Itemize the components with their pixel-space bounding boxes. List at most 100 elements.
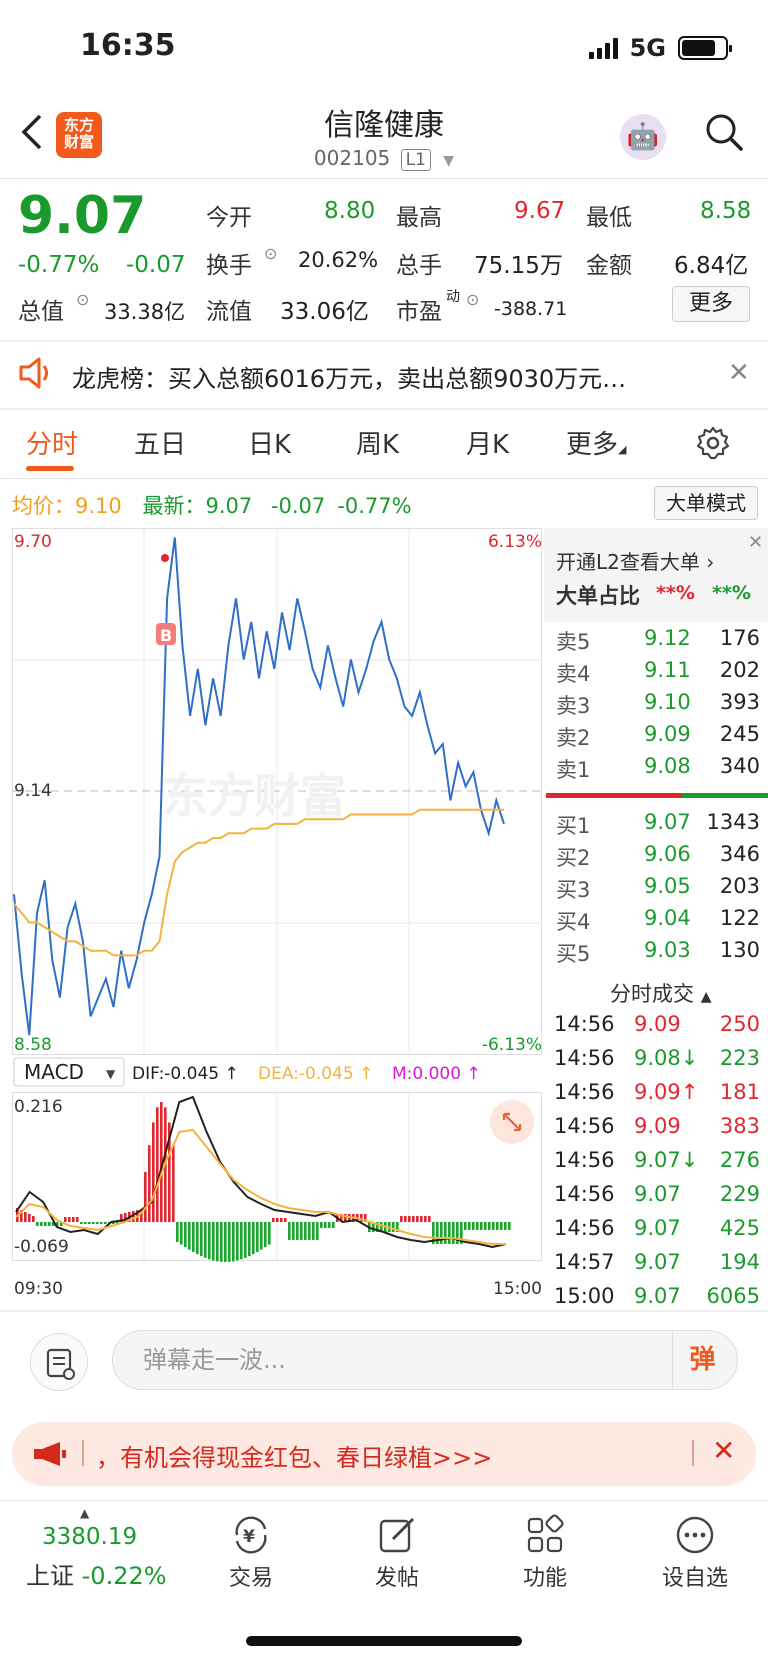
ask-row-price: 9.10 <box>644 690 691 714</box>
macd-bar <box>508 1222 511 1230</box>
macd-bar <box>156 1107 159 1222</box>
trade-row-price: 9.07 <box>634 1284 681 1308</box>
macd-bar <box>472 1222 475 1230</box>
close-icon[interactable]: ✕ <box>748 532 763 553</box>
macd-bar <box>272 1218 275 1222</box>
trade-row-time: 14:56 <box>554 1148 615 1172</box>
macd-bar <box>464 1222 467 1230</box>
info-icon[interactable]: ⊙ <box>466 290 479 309</box>
trade-row-price: 9.08↓ <box>634 1046 699 1070</box>
tab-monthly-k[interactable]: 月K <box>466 424 509 461</box>
nav-post[interactable]: 发帖 <box>342 1510 452 1592</box>
assistant-robot-icon[interactable]: 🤖 <box>620 114 666 160</box>
pe-label: 市盈 <box>396 299 442 325</box>
price-info-line: 均价：9.10 最新：9.07 -0.07 -0.77% <box>12 494 412 518</box>
macd-bar <box>504 1222 507 1230</box>
info-icon[interactable]: ⊙ <box>76 290 89 309</box>
close-icon[interactable]: ✕ <box>728 358 750 388</box>
change-percent: -0.77% <box>18 252 100 278</box>
macd-bar <box>256 1222 259 1252</box>
macd-bar <box>268 1222 271 1245</box>
intraday-chart[interactable]: 东方财富 B 9.70 9.14 8.58 6.13% -6.13% MACD … <box>12 528 542 1308</box>
trade-row-time: 14:56 <box>554 1012 615 1036</box>
close-icon[interactable]: ✕ <box>712 1434 735 1467</box>
trade-row-price: 9.09 <box>634 1012 681 1036</box>
macd-bar <box>468 1222 471 1230</box>
macd-bar <box>248 1222 251 1257</box>
macd-bar <box>496 1222 499 1230</box>
tab-daily-k[interactable]: 日K <box>248 424 291 461</box>
macd-bar <box>196 1222 199 1255</box>
macd-bar <box>180 1222 183 1245</box>
dea-value: DEA:-0.045 ↑ <box>258 1064 373 1084</box>
yen-exchange-icon: ¥ <box>196 1510 306 1560</box>
ask-row-volume: 393 <box>719 690 760 714</box>
bid-row-price: 9.05 <box>644 874 691 898</box>
pct-axis-min: -6.13% <box>482 1035 542 1055</box>
macd-bar <box>252 1222 255 1255</box>
promo-text[interactable]: ，有机会得现金红包、春日绿植>>> <box>96 1438 492 1473</box>
bid-row-label: 买5 <box>556 942 591 966</box>
nav-watchlist[interactable]: 设自选 <box>640 1510 750 1592</box>
trade-row-price: 9.09 <box>634 1114 681 1138</box>
nav-trade[interactable]: ¥ 交易 <box>196 1510 306 1592</box>
trade-row-time: 14:56 <box>554 1216 615 1240</box>
y-axis-mid: 9.14 <box>14 781 52 801</box>
low-value: 8.58 <box>700 198 752 224</box>
macd-bar <box>420 1216 423 1222</box>
macd-bar <box>104 1222 107 1224</box>
comment-list-button[interactable] <box>30 1333 88 1391</box>
macd-bar <box>224 1222 227 1262</box>
macd-bar <box>400 1216 403 1222</box>
macd-bar <box>188 1222 191 1250</box>
macd-bar <box>484 1222 487 1230</box>
macd-bar <box>212 1222 215 1261</box>
macd-bar <box>492 1222 495 1230</box>
tab-five-day[interactable]: 五日 <box>134 424 186 461</box>
danmu-input[interactable]: 弹幕走一波... <box>112 1330 738 1390</box>
index-value[interactable]: 3380.19 <box>42 1524 137 1550</box>
tab-weekly-k[interactable]: 周K <box>356 424 399 461</box>
change-value: -0.07 <box>126 252 186 278</box>
divider <box>692 1440 694 1466</box>
trade-row-time: 14:57 <box>554 1250 615 1274</box>
macd-bar <box>332 1222 335 1228</box>
macd-bar <box>36 1222 39 1226</box>
trade-row-volume: 194 <box>719 1250 760 1274</box>
level-badge: L1 <box>400 149 431 171</box>
macd-bar <box>240 1222 243 1260</box>
pe-value: -388.71 <box>494 298 568 320</box>
bid-row-label: 买2 <box>556 846 591 870</box>
index-row[interactable]: 上证 -0.22% <box>26 1556 167 1591</box>
macd-bar <box>148 1145 151 1222</box>
danmu-button[interactable]: 弹 <box>672 1333 732 1387</box>
macd-bar <box>144 1172 147 1222</box>
l2-promo-text[interactable]: 开通L2查看大单 › <box>556 546 714 575</box>
search-button[interactable] <box>704 112 744 152</box>
trade-row-volume: 6065 <box>706 1284 760 1308</box>
grid-icon <box>490 1510 600 1560</box>
macd-bar <box>320 1222 323 1228</box>
bid-row-price: 9.07 <box>644 810 691 834</box>
nav-functions[interactable]: 功能 <box>490 1510 600 1592</box>
notice-text[interactable]: 龙虎榜：买入总额6016万元，卖出总额9030万元… <box>72 359 626 394</box>
macd-bar <box>412 1216 415 1222</box>
macd-axis-max: 0.216 <box>14 1097 63 1117</box>
macd-bar <box>328 1222 331 1228</box>
macd-bar <box>72 1217 75 1222</box>
dropdown-icon: ▼ <box>106 1067 116 1081</box>
big-order-mode-button[interactable]: 大单模式 <box>654 486 758 520</box>
macd-bar <box>392 1222 395 1232</box>
more-button[interactable]: 更多 <box>672 286 750 322</box>
macd-bar <box>444 1222 447 1244</box>
settings-gear-icon[interactable] <box>696 426 730 464</box>
trades-title[interactable]: 分时成交 ▲ <box>610 978 711 1008</box>
high-label: 最高 <box>396 205 442 231</box>
tab-more[interactable]: 更多◢ <box>566 424 626 461</box>
amount-value: 6.84亿 <box>674 253 749 279</box>
info-icon[interactable]: ⊙ <box>264 244 277 263</box>
macd-bar <box>312 1222 315 1240</box>
trade-row-time: 14:56 <box>554 1080 615 1104</box>
y-axis-min: 8.58 <box>14 1035 52 1055</box>
tab-intraday[interactable]: 分时 <box>26 424 78 461</box>
